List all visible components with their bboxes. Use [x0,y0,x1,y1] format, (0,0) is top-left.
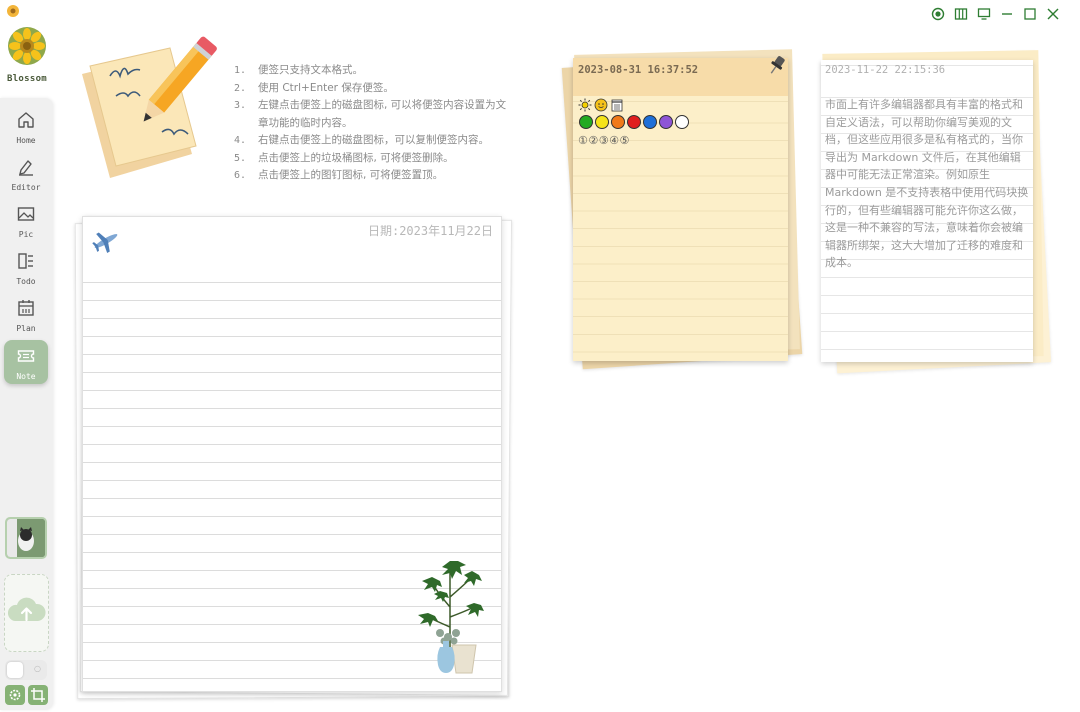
instruction-item: 6. 点击便签上的图钉图标, 可将便签置顶。 [234,167,514,185]
nav-item-editor[interactable]: Editor [4,151,48,195]
color-dot [659,115,673,129]
instruction-text: 左键点击便签上的磁盘图标, 可以将便签内容设置为文章功能的临时内容。 [258,99,507,129]
nav-label-home: Home [16,136,36,145]
sticky-note-2[interactable]: 2023-11-22 22:15:36 市面上有许多编辑器都具有丰富的格式和自定… [815,46,1060,376]
theme-toggle[interactable]: ○ [5,660,47,680]
new-note-editor: 日期:2023年11月22日 [72,214,518,704]
instruction-number: 3. [234,100,247,111]
instruction-text: 使用 Ctrl+Enter 保存便签。 [258,81,394,94]
nav-item-pic[interactable]: Pic [4,198,48,242]
app-logo-icon [7,5,19,17]
usage-instructions: 1. 便签只支持文本格式。 2. 使用 Ctrl+Enter 保存便签。 3. 左键点… [234,62,514,185]
instruction-text: 便签只支持文本格式。 [258,64,363,76]
nav-label-editor: Editor [11,183,41,192]
nav-label-todo: Todo [16,277,36,286]
color-dot [627,115,641,129]
crop-icon [31,688,45,702]
upload-area[interactable] [4,574,49,652]
settings-button[interactable] [5,685,25,705]
brand[interactable]: Blossom [3,26,51,84]
instruction-number: 6. [234,170,247,181]
instruction-item: 5. 点击便签上的垃圾桶图标, 可将便签删除。 [234,150,514,168]
minimize-icon[interactable] [1000,6,1014,20]
cat-photo-image [7,519,45,557]
close-icon[interactable] [1046,6,1060,20]
nav-item-note[interactable]: Note [4,340,48,384]
instruction-item: 3. 左键点击便签上的磁盘图标, 可以将便签内容设置为文章功能的临时内容。 [234,97,514,132]
instruction-item: 1. 便签只支持文本格式。 [234,62,514,80]
color-dots [579,115,689,129]
emoji-row [578,98,624,112]
color-dot [611,115,625,129]
calendar-icon [18,300,34,316]
columns-icon[interactable] [954,6,968,20]
maximize-icon[interactable] [1023,6,1037,20]
note-date: 日期:2023年11月22日 [367,224,493,238]
instruction-item: 2. 使用 Ctrl+Enter 保存便签。 [234,80,514,98]
ticket-icon [17,350,35,362]
notepad-emoji-icon [610,98,624,112]
circled-numbers: ①②③④⑤ [578,134,630,147]
instruction-number: 1. [234,65,247,76]
record-icon[interactable] [931,6,945,21]
gear-icon [9,689,21,701]
toggle-text: ○ [34,664,41,673]
instruction-number: 2. [234,82,247,94]
image-icon [17,207,35,221]
pushpin-icon[interactable] [766,54,788,76]
cloud-upload-icon [7,597,46,622]
sticky-note-face[interactable]: 2023-11-22 22:15:36 市面上有许多编辑器都具有丰富的格式和自定… [821,60,1033,362]
color-dot [595,115,609,129]
sticky-timestamp: 2023-11-22 22:15:36 [825,64,946,76]
nav-item-home[interactable]: Home [4,104,48,148]
smile-emoji-icon [594,98,608,112]
sticky-note-face[interactable]: 2023-08-31 16:37:52 ①②③④⑤ [573,56,788,361]
color-dot [675,115,689,129]
instruction-text: 点击便签上的垃圾桶图标, 可将便签删除。 [258,151,454,164]
color-dot [579,115,593,129]
nav-item-todo[interactable]: Todo [4,245,48,289]
airplane-icon [92,232,118,254]
instruction-text: 右键点击便签上的磁盘图标，可以复制便签内容。 [258,134,489,146]
bottom-controls: ○ [5,660,49,705]
nav-label-note: Note [16,372,36,381]
color-dot [643,115,657,129]
sunflower-logo-icon [8,27,46,65]
sticky-note-1[interactable]: 2023-08-31 16:37:52 ①②③④⑤ [560,46,810,376]
pen-icon [19,160,33,176]
crop-button[interactable] [28,685,48,705]
sticky-timestamp: 2023-08-31 16:37:52 [578,64,699,76]
mini-buttons [5,685,49,705]
instruction-number: 5. [234,152,247,164]
app-window: Blossom Home Editor Pic Todo Plan Note ○… [0,0,1080,712]
monitor-icon[interactable] [977,6,991,20]
background-thumbnail[interactable] [5,517,47,559]
sticky-body-text: 市面上有许多编辑器都具有丰富的格式和自定义语法，可以帮助你编写美观的文档，但这些… [825,98,1029,270]
window-controls [931,6,1060,21]
instruction-item: 4. 右键点击便签上的磁盘图标，可以复制便签内容。 [234,132,514,150]
potted-plant-image [418,561,484,674]
instruction-text: 点击便签上的图钉图标, 可将便签置顶。 [258,169,444,181]
sun-emoji-icon [578,98,592,112]
note-pencil-illustration [82,36,217,178]
nav-item-plan[interactable]: Plan [4,292,48,336]
nav-label-pic: Pic [18,230,34,239]
app-name: Blossom [6,74,48,84]
nav-label-plan: Plan [16,324,36,333]
home-icon [18,112,34,128]
sidebar: Blossom Home Editor Pic Todo Plan Note ○ [0,20,54,712]
toggle-knob [7,662,23,678]
instruction-number: 4. [234,135,247,146]
note-input-area[interactable]: 日期:2023年11月22日 [82,216,502,692]
todo-icon [18,253,33,269]
